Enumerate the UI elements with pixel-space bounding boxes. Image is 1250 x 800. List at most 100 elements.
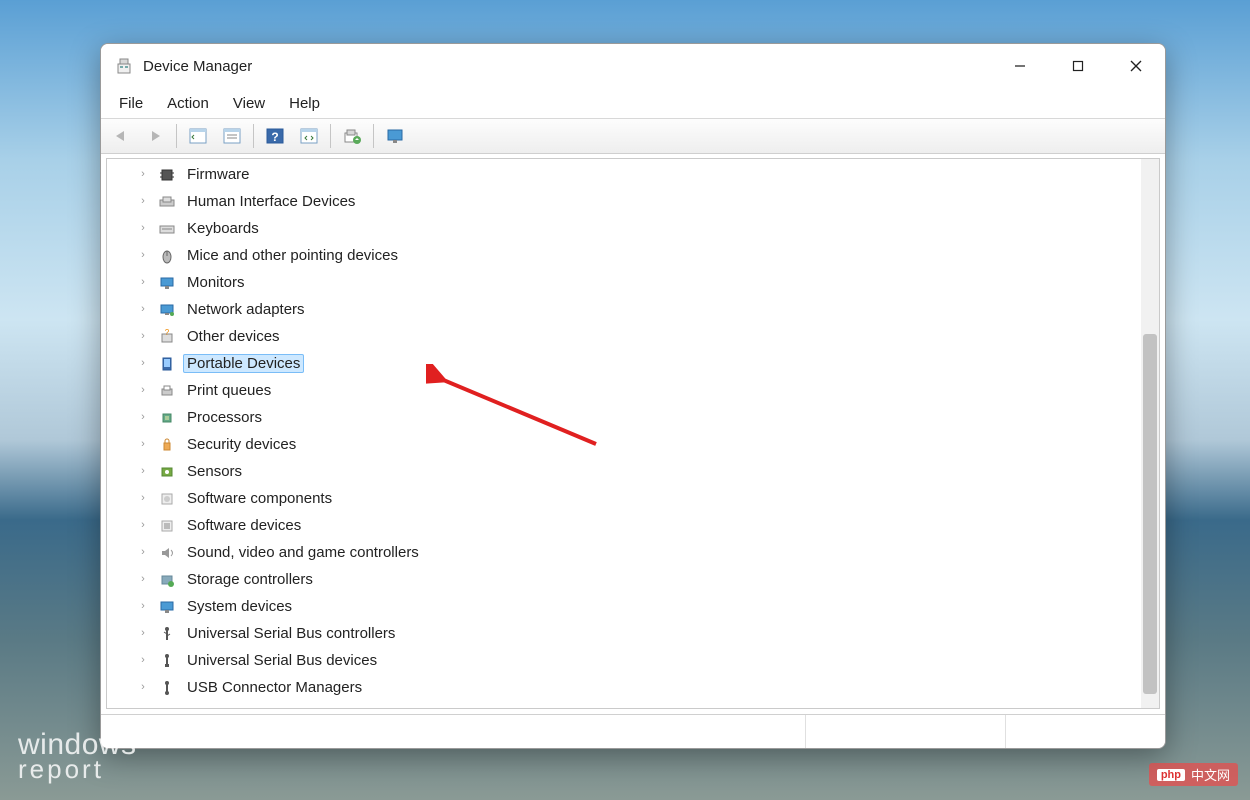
soft-comp-icon (157, 490, 177, 508)
vertical-scrollbar[interactable] (1141, 159, 1159, 708)
tree-node-label: Portable Devices (183, 354, 304, 373)
expander-icon[interactable]: › (135, 274, 151, 290)
mouse-icon (157, 247, 177, 265)
view-devices-button[interactable] (380, 122, 410, 150)
tree-node-label: Monitors (183, 273, 249, 292)
menu-action[interactable]: Action (157, 92, 219, 115)
forward-button[interactable] (140, 122, 170, 150)
desktop-background: Device Manager File Action View Help (0, 0, 1250, 800)
expander-icon[interactable]: › (135, 652, 151, 668)
scrollbar-thumb[interactable] (1143, 334, 1157, 694)
expander-icon[interactable]: › (135, 247, 151, 263)
storage-icon (157, 571, 177, 589)
toolbar: ? (101, 118, 1165, 154)
expander-icon[interactable]: › (135, 679, 151, 695)
scan-hardware-button[interactable] (294, 122, 324, 150)
device-manager-window: Device Manager File Action View Help (100, 43, 1166, 749)
hid-icon (157, 193, 177, 211)
properties-button[interactable] (217, 122, 247, 150)
tree-node[interactable]: ›Software components (107, 485, 1141, 512)
expander-icon[interactable]: › (135, 409, 151, 425)
tree-node-label: Human Interface Devices (183, 192, 359, 211)
expander-icon[interactable]: › (135, 598, 151, 614)
status-cell (805, 715, 1005, 748)
tree-node[interactable]: › Security devices (107, 431, 1141, 458)
watermark-php: php 中文网 (1149, 763, 1238, 786)
titlebar[interactable]: Device Manager (101, 44, 1165, 88)
tree-node[interactable]: ›Keyboards (107, 215, 1141, 242)
expander-icon[interactable]: › (135, 166, 151, 182)
menu-help[interactable]: Help (279, 92, 330, 115)
tree-node-label: Print queues (183, 381, 275, 400)
tree-node[interactable]: › Universal Serial Bus devices (107, 647, 1141, 674)
help-button[interactable]: ? (260, 122, 290, 150)
toolbar-separator (373, 124, 374, 148)
expander-icon[interactable]: › (135, 382, 151, 398)
tree-node[interactable]: › Firmware (107, 161, 1141, 188)
device-tree-pane: › Firmware › Human Interface Devices ›Keyboa… (106, 158, 1160, 709)
expander-icon[interactable]: › (135, 193, 151, 209)
tree-node[interactable]: › Software devices (107, 512, 1141, 539)
tree-node[interactable]: › Print queues (107, 377, 1141, 404)
expander-icon[interactable]: › (135, 490, 151, 506)
tree-node-label: Software devices (183, 516, 305, 535)
sensor-icon (157, 463, 177, 481)
expander-icon[interactable]: › (135, 625, 151, 641)
expander-icon[interactable]: › (135, 517, 151, 533)
status-cell (1005, 715, 1165, 748)
tree-node[interactable]: › Monitors (107, 269, 1141, 296)
security-icon (157, 436, 177, 454)
expander-icon[interactable]: › (135, 544, 151, 560)
tree-node-label: Mice and other pointing devices (183, 246, 402, 265)
cpu-icon (157, 409, 177, 427)
window-controls (991, 44, 1165, 88)
expander-icon[interactable]: › (135, 436, 151, 452)
tree-node-label: Other devices (183, 327, 284, 346)
window-title: Device Manager (143, 58, 252, 75)
update-driver-button[interactable] (337, 122, 367, 150)
tree-node[interactable]: ›System devices (107, 593, 1141, 620)
tree-node-label: USB Connector Managers (183, 678, 366, 697)
close-button[interactable] (1107, 44, 1165, 88)
usb-conn-icon (157, 679, 177, 697)
tree-node-label: Sensors (183, 462, 246, 481)
statusbar (101, 714, 1165, 748)
status-cell (101, 715, 805, 748)
toolbar-separator (176, 124, 177, 148)
device-tree[interactable]: › Firmware › Human Interface Devices ›Keyboa… (107, 159, 1141, 708)
minimize-button[interactable] (991, 44, 1049, 88)
back-button[interactable] (106, 122, 136, 150)
tree-node[interactable]: ›Network adapters (107, 296, 1141, 323)
chip-icon (157, 166, 177, 184)
menu-view[interactable]: View (223, 92, 275, 115)
tree-node[interactable]: ›Sound, video and game controllers (107, 539, 1141, 566)
tree-node-label: Storage controllers (183, 570, 317, 589)
tree-node[interactable]: › Portable Devices (107, 350, 1141, 377)
expander-icon[interactable]: › (135, 355, 151, 371)
show-hide-tree-button[interactable] (183, 122, 213, 150)
tree-node[interactable]: › Human Interface Devices (107, 188, 1141, 215)
expander-icon[interactable]: › (135, 328, 151, 344)
other-icon: ? (157, 328, 177, 346)
expander-icon[interactable]: › (135, 463, 151, 479)
tree-node[interactable]: ›Processors (107, 404, 1141, 431)
tree-node[interactable]: › USB Connector Managers (107, 674, 1141, 701)
tree-node[interactable]: ›Universal Serial Bus controllers (107, 620, 1141, 647)
tree-node-label: Firmware (183, 165, 254, 184)
tree-node-label: Universal Serial Bus devices (183, 651, 381, 670)
svg-text:?: ? (271, 130, 278, 144)
tree-node[interactable]: › Storage controllers (107, 566, 1141, 593)
menubar: File Action View Help (101, 88, 1165, 118)
tree-node[interactable]: › Mice and other pointing devices (107, 242, 1141, 269)
monitor-icon (157, 274, 177, 292)
expander-icon[interactable]: › (135, 220, 151, 236)
expander-icon[interactable]: › (135, 301, 151, 317)
tree-node[interactable]: › Sensors (107, 458, 1141, 485)
tree-node[interactable]: ›? Other devices (107, 323, 1141, 350)
expander-icon[interactable]: › (135, 571, 151, 587)
maximize-button[interactable] (1049, 44, 1107, 88)
tree-node-label: Security devices (183, 435, 300, 454)
menu-file[interactable]: File (109, 92, 153, 115)
system-icon (157, 598, 177, 616)
portable-icon (157, 355, 177, 373)
